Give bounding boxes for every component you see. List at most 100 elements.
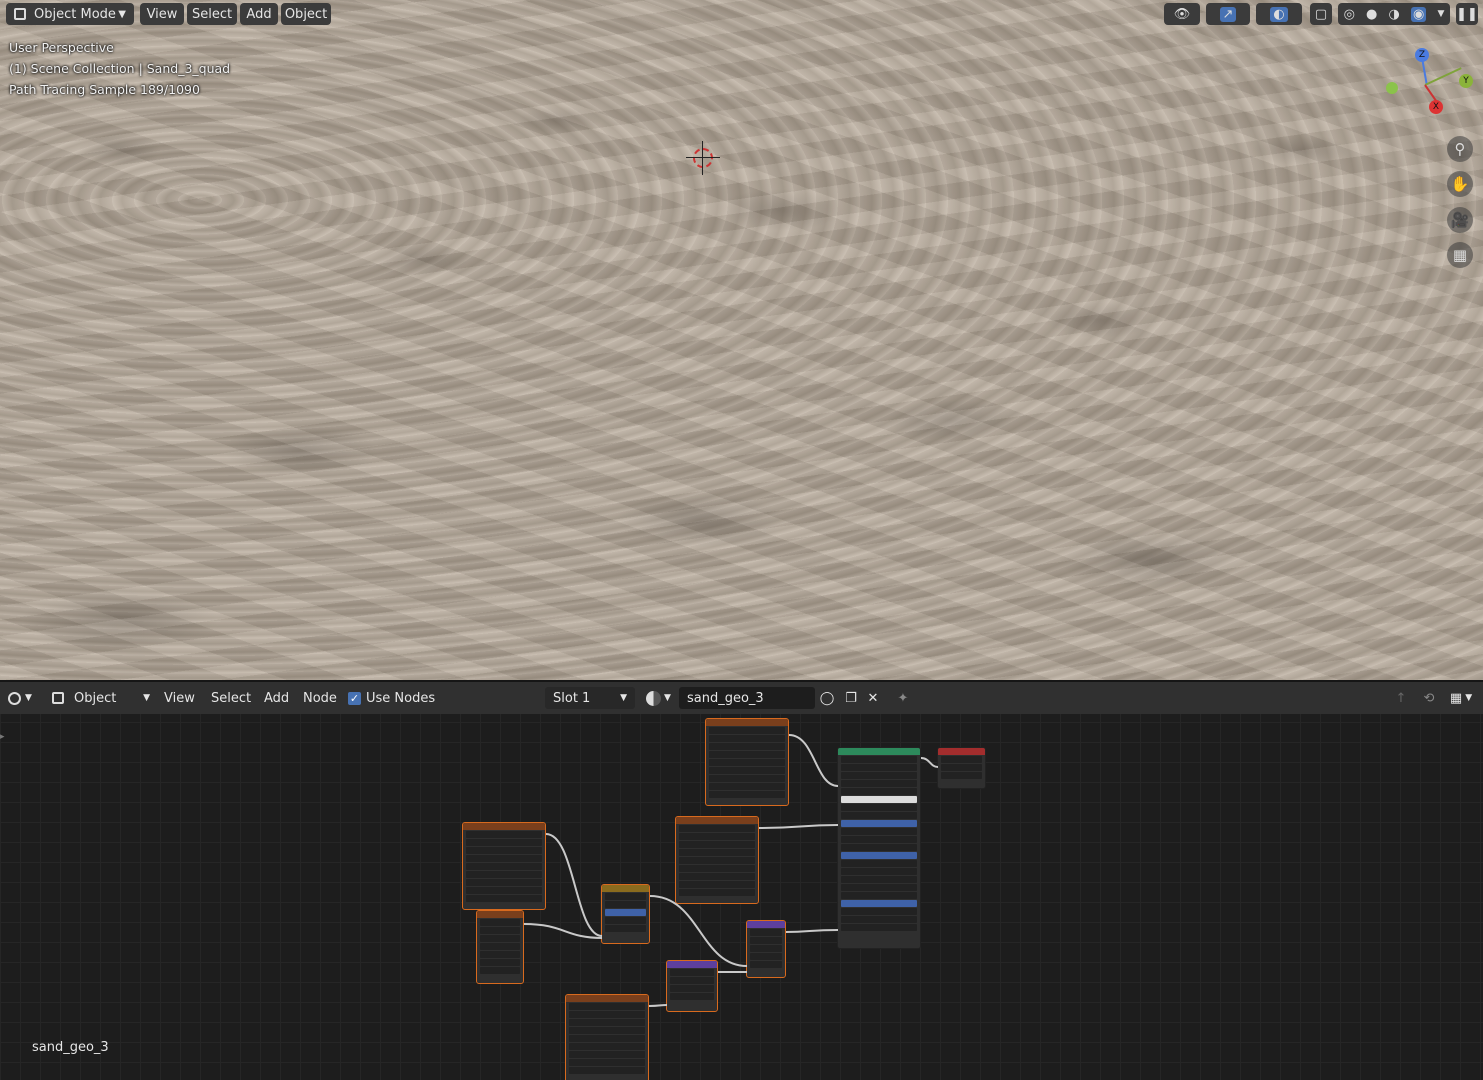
pin-button[interactable]: ✦ xyxy=(893,687,913,709)
shield-icon: ◯ xyxy=(819,690,835,706)
menu-add[interactable]: Add xyxy=(240,3,278,25)
chevron-down-icon: ▼ xyxy=(143,693,150,703)
snap-toggle[interactable]: ⟲ xyxy=(1418,687,1440,709)
bump-node[interactable] xyxy=(746,920,786,978)
image-texture-node-roughness[interactable] xyxy=(705,718,789,806)
grid-snap-icon: ▦ xyxy=(1449,690,1463,706)
use-nodes-label: Use Nodes xyxy=(366,690,436,706)
material-sphere-icon xyxy=(646,690,661,706)
material-name: sand_geo_3 xyxy=(687,690,764,706)
chevron-down-icon: ▼ xyxy=(620,693,627,703)
overlay-toggle[interactable]: ◐ xyxy=(1256,3,1302,25)
chevron-down-icon: ▼ xyxy=(664,693,671,703)
gizmo-y-axis[interactable]: Y xyxy=(1459,74,1473,88)
object-shader-type-dropdown[interactable]: Object ▼ xyxy=(52,687,150,709)
node-editor-header: ▼ Object ▼ View Select Add Node ✓ Use No… xyxy=(0,682,1483,714)
visibility-dropdown[interactable]: 👁 xyxy=(1164,3,1200,25)
shader-editor-icon xyxy=(8,691,21,705)
checkbox-checked-icon: ✓ xyxy=(348,691,361,705)
gizmo-x-label: X xyxy=(1432,102,1440,112)
pause-icon: ❚❚ xyxy=(1456,6,1478,22)
chevron-down-icon[interactable]: ▼ xyxy=(1438,9,1445,19)
view-perspective-label: User Perspective xyxy=(9,40,114,55)
image-texture-node-bump[interactable] xyxy=(462,822,546,910)
snap-element-dropdown[interactable]: ▦ ▼ xyxy=(1446,687,1476,709)
navigation-gizmo[interactable]: Z Y X xyxy=(1385,46,1475,116)
menu-add-label: Add xyxy=(246,6,272,22)
gizmo-y-label: Y xyxy=(1463,76,1469,86)
gizmo-neg-y-axis[interactable] xyxy=(1386,82,1398,94)
3d-viewport[interactable]: Object Mode ▼ View Select Add Object 👁 ↗… xyxy=(0,0,1483,680)
eye-icon: 👁 xyxy=(1173,6,1191,22)
material-name-field[interactable]: sand_geo_3 xyxy=(679,687,815,709)
use-nodes-checkbox[interactable]: ✓ Use Nodes xyxy=(348,687,435,709)
solid-shading-icon[interactable]: ● xyxy=(1366,7,1377,22)
object-label: Object xyxy=(74,690,117,706)
3d-cursor-icon[interactable] xyxy=(686,141,720,175)
gizmo-z-axis[interactable]: Z xyxy=(1415,48,1429,62)
gizmo-toggle[interactable]: ↗ xyxy=(1206,3,1250,25)
object-mode-icon xyxy=(14,8,26,20)
close-icon: ✕ xyxy=(867,690,879,706)
slot-label: Slot 1 xyxy=(553,690,591,706)
arrow-up-icon: ↑ xyxy=(1395,690,1407,706)
shader-node-editor[interactable]: ▼ Object ▼ View Select Add Node ✓ Use No… xyxy=(0,682,1483,1080)
fake-user-button[interactable]: ◯ xyxy=(818,687,836,709)
xray-icon: ▢ xyxy=(1314,6,1328,22)
xray-toggle[interactable]: ▢ xyxy=(1310,3,1332,25)
pin-icon: ✦ xyxy=(897,690,909,706)
ne-menu-view-label: View xyxy=(164,690,195,706)
mode-label: Object Mode xyxy=(34,6,116,22)
menu-view[interactable]: View xyxy=(140,3,184,25)
chevron-down-icon: ▼ xyxy=(118,8,126,20)
menu-select-label: Select xyxy=(191,6,233,22)
gizmo-x-axis[interactable]: X xyxy=(1429,100,1443,114)
ne-menu-node[interactable]: Node xyxy=(303,687,337,709)
material-output-node[interactable] xyxy=(937,747,986,789)
chevron-down-icon: ▼ xyxy=(25,693,32,703)
wireframe-shading-icon[interactable]: ◎ xyxy=(1344,7,1355,22)
menu-view-label: View xyxy=(146,6,178,22)
gizmo-z-label: Z xyxy=(1418,50,1426,60)
overlay-icon: ◐ xyxy=(1270,6,1288,22)
duplicate-material-button[interactable]: ❐ xyxy=(841,687,861,709)
sidebar-toggle[interactable]: ❚❚ xyxy=(1456,3,1478,25)
material-shading-icon[interactable]: ◑ xyxy=(1389,7,1400,22)
copy-icon: ❐ xyxy=(845,690,857,706)
ne-menu-select-label: Select xyxy=(211,690,252,706)
zoom-icon[interactable]: ⚲ xyxy=(1447,136,1473,162)
grid-ortho-icon[interactable]: ▦ xyxy=(1447,242,1473,268)
ne-menu-add[interactable]: Add xyxy=(264,687,289,709)
noise-texture-node[interactable] xyxy=(476,910,524,984)
hand-pan-icon[interactable]: ✋ xyxy=(1447,171,1473,197)
menu-object-label: Object xyxy=(284,6,328,22)
material-name-footer: sand_geo_3 xyxy=(32,1040,109,1055)
scene-collection-label: (1) Scene Collection | Sand_3_quad xyxy=(9,61,231,76)
sidebar-expand-arrow[interactable]: ▸ xyxy=(0,732,5,742)
normal-map-node[interactable] xyxy=(666,960,718,1012)
mode-dropdown[interactable]: Object Mode ▼ xyxy=(6,3,134,25)
shading-modes[interactable]: ◎ ● ◑ ◉ ▼ xyxy=(1338,3,1450,25)
chevron-down-icon: ▼ xyxy=(1465,693,1473,703)
camera-icon[interactable]: 🎥 xyxy=(1447,207,1473,233)
rendered-shading-icon[interactable]: ◉ xyxy=(1411,6,1427,22)
unlink-material-button[interactable]: ✕ xyxy=(864,687,882,709)
parent-node-tree-button[interactable]: ↑ xyxy=(1390,687,1412,709)
menu-object[interactable]: Object xyxy=(281,3,331,25)
ne-menu-add-label: Add xyxy=(264,690,290,706)
principled-bsdf-node[interactable] xyxy=(837,747,921,949)
material-browse-button[interactable]: ▼ xyxy=(646,687,676,709)
ne-menu-select[interactable]: Select xyxy=(211,687,251,709)
object-icon xyxy=(52,692,64,704)
image-texture-node-normal[interactable] xyxy=(565,994,649,1080)
ne-menu-view[interactable]: View xyxy=(164,687,195,709)
snap-icon: ⟲ xyxy=(1423,690,1435,706)
slot-dropdown[interactable]: Slot 1 ▼ xyxy=(545,687,635,709)
editor-type-dropdown[interactable]: ▼ xyxy=(8,687,42,709)
gizmo-icon: ↗ xyxy=(1219,6,1237,22)
menu-select[interactable]: Select xyxy=(187,3,237,25)
ne-menu-node-label: Node xyxy=(303,690,337,706)
image-texture-node-color[interactable] xyxy=(675,816,759,904)
render-sample-label: Path Tracing Sample 189/1090 xyxy=(9,82,200,97)
mix-node[interactable] xyxy=(601,884,650,944)
